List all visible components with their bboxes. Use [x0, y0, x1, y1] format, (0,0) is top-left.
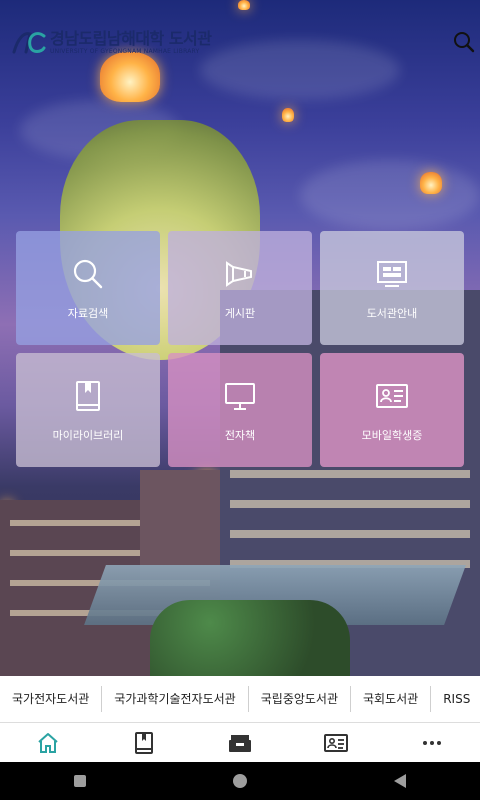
menu-tile-board[interactable]: 게시판: [168, 231, 312, 345]
link-national-digital-library[interactable]: 국가전자도서관: [0, 686, 103, 712]
basket-icon: [229, 734, 251, 752]
nav-home[interactable]: [0, 723, 96, 762]
home-system-icon[interactable]: [232, 774, 247, 788]
search-button[interactable]: [452, 30, 476, 54]
nav-id-card[interactable]: [288, 723, 384, 762]
menu-tile-mobile-id[interactable]: 모바일학생증: [320, 353, 464, 467]
bottom-navigation: [0, 723, 480, 762]
id-card-icon: [376, 384, 408, 408]
search-icon: [73, 259, 103, 289]
external-links-bar[interactable]: 국가전자도서관 국가과학기술전자도서관 국립중앙도서관 국회도서관 RISS: [0, 676, 480, 723]
menu-tile-label: 게시판: [224, 307, 256, 320]
menu-tile-label: 모바일학생증: [361, 429, 423, 442]
link-assembly-library[interactable]: 국회도서관: [351, 686, 432, 712]
link-riss[interactable]: RISS: [431, 686, 480, 712]
app-header: 경남도립남해대학 도서관 UNIVERSITY OF GYEONGNAM NAM…: [0, 0, 480, 80]
book-icon: [135, 731, 153, 754]
book-icon: [76, 381, 100, 411]
system-navigation-bar: [0, 762, 480, 800]
link-ndsl[interactable]: 국가과학기술전자도서관: [102, 686, 249, 712]
more-icon: [423, 740, 441, 745]
link-national-library[interactable]: 국립중앙도서관: [249, 686, 352, 712]
info-board-icon: [377, 261, 407, 287]
menu-tile-search[interactable]: 자료검색: [16, 231, 160, 345]
search-icon: [454, 32, 475, 53]
logo-title: 경남도립남해대학 도서관: [50, 28, 212, 48]
home-icon: [38, 732, 58, 753]
menu-tile-ebook[interactable]: 전자책: [168, 353, 312, 467]
menu-tile-my-library[interactable]: 마이라이브러리: [16, 353, 160, 467]
back-icon[interactable]: [394, 774, 407, 788]
menu-tile-label: 전자책: [224, 429, 256, 442]
logo-subtitle: UNIVERSITY OF GYEONGNAM NAMHAE LIBRARY: [50, 47, 200, 55]
nav-book[interactable]: [96, 723, 192, 762]
menu-tile-label: 자료검색: [67, 307, 109, 320]
menu-tile-label: 마이라이브러리: [52, 429, 124, 442]
monitor-icon: [225, 383, 255, 410]
megaphone-icon: [226, 261, 252, 287]
menu-tile-label: 도서관안내: [366, 307, 418, 320]
nav-more[interactable]: [384, 723, 480, 762]
menu-tile-library-info[interactable]: 도서관안내: [320, 231, 464, 345]
recent-apps-icon[interactable]: [73, 775, 86, 787]
nav-basket[interactable]: [192, 723, 288, 762]
library-logo[interactable]: 경남도립남해대학 도서관 UNIVERSITY OF GYEONGNAM NAM…: [12, 28, 212, 56]
nc-logo-icon: [12, 32, 46, 54]
id-card-icon: [324, 733, 348, 752]
